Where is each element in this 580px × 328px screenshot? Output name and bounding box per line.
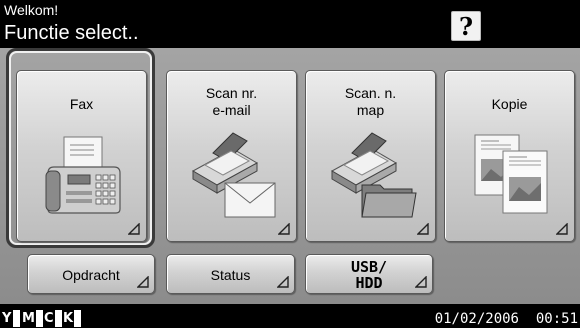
toner-magenta-label: M bbox=[22, 311, 35, 326]
corner-indicator-icon bbox=[417, 223, 429, 235]
help-button[interactable]: ? bbox=[451, 11, 481, 41]
scan-to-email-icon bbox=[191, 132, 276, 218]
fax-label: Fax bbox=[69, 96, 94, 112]
corner-indicator-icon bbox=[415, 276, 427, 288]
usb-hdd-label-line2: HDD bbox=[355, 274, 383, 292]
scan-to-email-label-line2: e-mail bbox=[212, 102, 251, 118]
footer-bar: Y M C K 01/02/2006 00:51 bbox=[0, 306, 580, 328]
page-title: Functie select.. bbox=[4, 22, 139, 44]
welcome-text: Welkom! bbox=[4, 2, 59, 18]
scan-to-email-button[interactable]: Scan nr. e-mail bbox=[166, 70, 297, 242]
date-time: 01/02/2006 00:51 bbox=[434, 311, 578, 327]
corner-indicator-icon bbox=[128, 223, 140, 235]
scan-to-folder-label-line1: Scan. n. bbox=[344, 85, 397, 101]
toner-black-level bbox=[74, 310, 81, 327]
corner-indicator-icon bbox=[556, 223, 568, 235]
corner-indicator-icon bbox=[278, 223, 290, 235]
toner-yellow-level bbox=[13, 310, 20, 327]
corner-indicator-icon bbox=[137, 276, 149, 288]
usb-hdd-button[interactable]: USB/ HDD bbox=[305, 254, 433, 294]
toner-cyan-level bbox=[55, 310, 62, 327]
fax-icon bbox=[45, 136, 121, 214]
scan-to-email-label-line1: Scan nr. bbox=[205, 85, 258, 101]
copy-label: Kopie bbox=[491, 96, 528, 112]
usb-hdd-label-line1: USB/ bbox=[350, 258, 388, 276]
toner-cyan-label: C bbox=[44, 311, 54, 326]
job-button[interactable]: Opdracht bbox=[27, 254, 155, 294]
toner-magenta-level bbox=[36, 310, 43, 327]
header-bar: Welkom! Functie select.. ? bbox=[0, 0, 580, 46]
fax-button[interactable]: Fax bbox=[16, 70, 147, 242]
job-label: Opdracht bbox=[62, 267, 120, 283]
toner-black-label: K bbox=[63, 311, 74, 326]
status-label: Status bbox=[210, 267, 251, 283]
toner-yellow-label: Y bbox=[2, 311, 12, 326]
scan-to-folder-button[interactable]: Scan. n. map bbox=[305, 70, 436, 242]
status-button[interactable]: Status bbox=[166, 254, 295, 294]
copy-button[interactable]: Kopie bbox=[444, 70, 575, 242]
scan-to-folder-label-line2: map bbox=[356, 102, 385, 118]
corner-indicator-icon bbox=[277, 276, 289, 288]
copy-icon bbox=[474, 134, 548, 214]
scan-to-folder-icon bbox=[330, 132, 417, 218]
